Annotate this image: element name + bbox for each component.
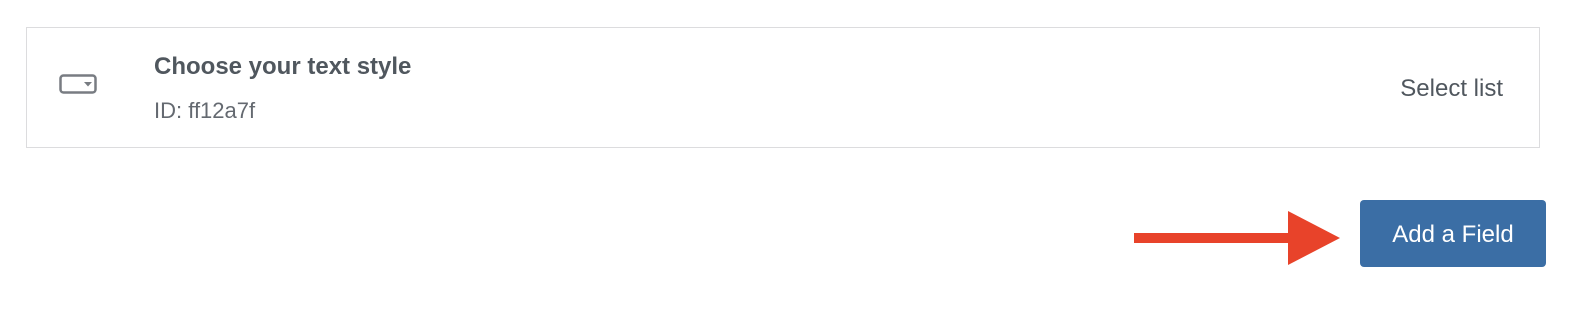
field-id: ID: ff12a7f <box>154 98 256 123</box>
field-type-label: Select list <box>1400 75 1503 102</box>
arrow-right-icon <box>1132 211 1342 265</box>
field-title: Choose your text style <box>154 53 412 80</box>
add-field-button[interactable]: Add a Field <box>1360 200 1546 267</box>
select-dropdown-icon <box>59 74 97 94</box>
field-row[interactable]: Choose your text style ID: ff12a7f Selec… <box>26 27 1540 148</box>
